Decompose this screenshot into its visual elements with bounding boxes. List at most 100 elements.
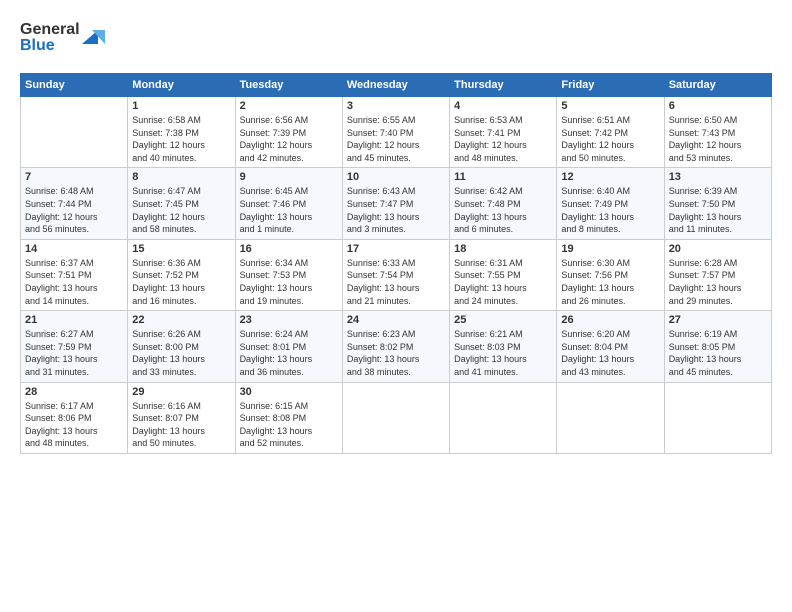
day-info: Sunrise: 6:28 AM Sunset: 7:57 PM Dayligh… <box>669 257 767 307</box>
calendar-week-row: 21Sunrise: 6:27 AM Sunset: 7:59 PM Dayli… <box>21 311 772 382</box>
day-number: 23 <box>240 314 338 326</box>
day-number: 22 <box>132 314 230 326</box>
day-info: Sunrise: 6:42 AM Sunset: 7:48 PM Dayligh… <box>454 185 552 235</box>
day-number: 7 <box>25 171 123 183</box>
day-number: 30 <box>240 386 338 398</box>
day-number: 18 <box>454 243 552 255</box>
col-sunday: Sunday <box>21 74 128 97</box>
day-info: Sunrise: 6:33 AM Sunset: 7:54 PM Dayligh… <box>347 257 445 307</box>
day-number: 12 <box>561 171 659 183</box>
header: General Blue <box>20 16 772 63</box>
table-row: 11 Sunrise: 6:42 AM Sunset: 7:48 PM Dayli… <box>450 168 557 239</box>
day-info: Sunrise: 6:53 AM Sunset: 7:41 PM Dayligh… <box>454 114 552 164</box>
day-info: Sunrise: 6:15 AM Sunset: 8:08 PM Dayligh… <box>240 400 338 450</box>
table-row: 7 Sunrise: 6:48 AM Sunset: 7:44 PM Daylig… <box>21 168 128 239</box>
table-row: 27 Sunrise: 6:19 AM Sunset: 8:05 PM Dayli… <box>664 311 771 382</box>
table-row: 4 Sunrise: 6:53 AM Sunset: 7:41 PM Daylig… <box>450 97 557 168</box>
table-row: 12 Sunrise: 6:40 AM Sunset: 7:49 PM Dayli… <box>557 168 664 239</box>
day-number: 3 <box>347 100 445 112</box>
logo: General Blue <box>20 16 110 63</box>
calendar-header-row: Sunday Monday Tuesday Wednesday Thursday… <box>21 74 772 97</box>
day-info: Sunrise: 6:56 AM Sunset: 7:39 PM Dayligh… <box>240 114 338 164</box>
table-row: 20 Sunrise: 6:28 AM Sunset: 7:57 PM Dayli… <box>664 239 771 310</box>
table-row: 1 Sunrise: 6:58 AM Sunset: 7:38 PM Daylig… <box>128 97 235 168</box>
day-number: 24 <box>347 314 445 326</box>
table-row: 19 Sunrise: 6:30 AM Sunset: 7:56 PM Dayli… <box>557 239 664 310</box>
day-number: 13 <box>669 171 767 183</box>
day-number: 19 <box>561 243 659 255</box>
table-row: 5 Sunrise: 6:51 AM Sunset: 7:42 PM Daylig… <box>557 97 664 168</box>
col-friday: Friday <box>557 74 664 97</box>
logo-text: General Blue <box>20 16 110 63</box>
day-info: Sunrise: 6:23 AM Sunset: 8:02 PM Dayligh… <box>347 328 445 378</box>
day-number: 2 <box>240 100 338 112</box>
day-info: Sunrise: 6:48 AM Sunset: 7:44 PM Dayligh… <box>25 185 123 235</box>
table-row: 2 Sunrise: 6:56 AM Sunset: 7:39 PM Daylig… <box>235 97 342 168</box>
table-row: 6 Sunrise: 6:50 AM Sunset: 7:43 PM Daylig… <box>664 97 771 168</box>
calendar-week-row: 7 Sunrise: 6:48 AM Sunset: 7:44 PM Daylig… <box>21 168 772 239</box>
table-row: 16 Sunrise: 6:34 AM Sunset: 7:53 PM Dayli… <box>235 239 342 310</box>
day-info: Sunrise: 6:37 AM Sunset: 7:51 PM Dayligh… <box>25 257 123 307</box>
day-number: 4 <box>454 100 552 112</box>
day-info: Sunrise: 6:55 AM Sunset: 7:40 PM Dayligh… <box>347 114 445 164</box>
day-number: 27 <box>669 314 767 326</box>
table-row: 24 Sunrise: 6:23 AM Sunset: 8:02 PM Dayli… <box>342 311 449 382</box>
table-row: 14 Sunrise: 6:37 AM Sunset: 7:51 PM Dayli… <box>21 239 128 310</box>
col-saturday: Saturday <box>664 74 771 97</box>
day-number: 1 <box>132 100 230 112</box>
table-row: 22Sunrise: 6:26 AM Sunset: 8:00 PM Dayli… <box>128 311 235 382</box>
table-row: 29 Sunrise: 6:16 AM Sunset: 8:07 PM Dayli… <box>128 382 235 453</box>
day-number: 28 <box>25 386 123 398</box>
day-info: Sunrise: 6:43 AM Sunset: 7:47 PM Dayligh… <box>347 185 445 235</box>
table-row: 23 Sunrise: 6:24 AM Sunset: 8:01 PM Dayli… <box>235 311 342 382</box>
day-number: 16 <box>240 243 338 255</box>
svg-text:Blue: Blue <box>20 37 55 54</box>
day-number: 29 <box>132 386 230 398</box>
day-number: 6 <box>669 100 767 112</box>
day-info: Sunrise: 6:16 AM Sunset: 8:07 PM Dayligh… <box>132 400 230 450</box>
table-row <box>557 382 664 453</box>
day-number: 9 <box>240 171 338 183</box>
day-number: 5 <box>561 100 659 112</box>
table-row: 13 Sunrise: 6:39 AM Sunset: 7:50 PM Dayli… <box>664 168 771 239</box>
table-row: 9Sunrise: 6:45 AM Sunset: 7:46 PM Daylig… <box>235 168 342 239</box>
calendar-table: Sunday Monday Tuesday Wednesday Thursday… <box>20 73 772 454</box>
table-row: 30 Sunrise: 6:15 AM Sunset: 8:08 PM Dayli… <box>235 382 342 453</box>
day-info: Sunrise: 6:50 AM Sunset: 7:43 PM Dayligh… <box>669 114 767 164</box>
day-number: 10 <box>347 171 445 183</box>
day-info: Sunrise: 6:19 AM Sunset: 8:05 PM Dayligh… <box>669 328 767 378</box>
table-row <box>450 382 557 453</box>
col-wednesday: Wednesday <box>342 74 449 97</box>
calendar-week-row: 14 Sunrise: 6:37 AM Sunset: 7:51 PM Dayli… <box>21 239 772 310</box>
day-number: 15 <box>132 243 230 255</box>
table-row: 18Sunrise: 6:31 AM Sunset: 7:55 PM Dayli… <box>450 239 557 310</box>
col-tuesday: Tuesday <box>235 74 342 97</box>
day-number: 8 <box>132 171 230 183</box>
day-number: 17 <box>347 243 445 255</box>
day-info: Sunrise: 6:34 AM Sunset: 7:53 PM Dayligh… <box>240 257 338 307</box>
col-thursday: Thursday <box>450 74 557 97</box>
day-info: Sunrise: 6:51 AM Sunset: 7:42 PM Dayligh… <box>561 114 659 164</box>
day-info: Sunrise: 6:24 AM Sunset: 8:01 PM Dayligh… <box>240 328 338 378</box>
day-info: Sunrise: 6:20 AM Sunset: 8:04 PM Dayligh… <box>561 328 659 378</box>
day-info: Sunrise: 6:58 AM Sunset: 7:38 PM Dayligh… <box>132 114 230 164</box>
table-row: 8 Sunrise: 6:47 AM Sunset: 7:45 PM Daylig… <box>128 168 235 239</box>
col-monday: Monday <box>128 74 235 97</box>
day-number: 11 <box>454 171 552 183</box>
calendar-week-row: 28 Sunrise: 6:17 AM Sunset: 8:06 PM Dayli… <box>21 382 772 453</box>
day-info: Sunrise: 6:21 AM Sunset: 8:03 PM Dayligh… <box>454 328 552 378</box>
day-info: Sunrise: 6:40 AM Sunset: 7:49 PM Dayligh… <box>561 185 659 235</box>
table-row: 10 Sunrise: 6:43 AM Sunset: 7:47 PM Dayli… <box>342 168 449 239</box>
day-info: Sunrise: 6:17 AM Sunset: 8:06 PM Dayligh… <box>25 400 123 450</box>
day-number: 14 <box>25 243 123 255</box>
day-number: 20 <box>669 243 767 255</box>
table-row: 15Sunrise: 6:36 AM Sunset: 7:52 PM Dayli… <box>128 239 235 310</box>
day-info: Sunrise: 6:39 AM Sunset: 7:50 PM Dayligh… <box>669 185 767 235</box>
table-row: 21Sunrise: 6:27 AM Sunset: 7:59 PM Dayli… <box>21 311 128 382</box>
table-row: 3 Sunrise: 6:55 AM Sunset: 7:40 PM Daylig… <box>342 97 449 168</box>
table-row: 25Sunrise: 6:21 AM Sunset: 8:03 PM Dayli… <box>450 311 557 382</box>
day-number: 21 <box>25 314 123 326</box>
table-row: 17 Sunrise: 6:33 AM Sunset: 7:54 PM Dayli… <box>342 239 449 310</box>
day-info: Sunrise: 6:47 AM Sunset: 7:45 PM Dayligh… <box>132 185 230 235</box>
day-info: Sunrise: 6:30 AM Sunset: 7:56 PM Dayligh… <box>561 257 659 307</box>
